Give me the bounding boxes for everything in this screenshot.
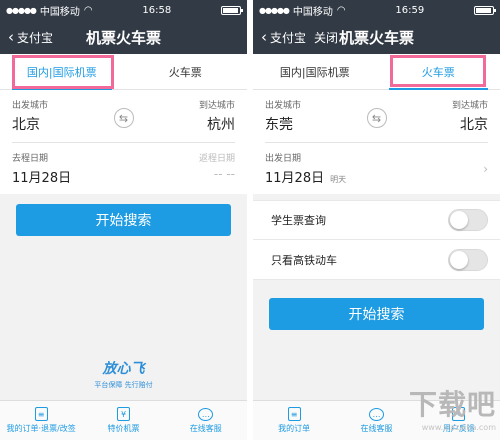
to-city-field[interactable]: 到达城市 杭州 [199, 98, 235, 134]
close-button[interactable]: 关闭 [314, 29, 338, 46]
from-city-value: 东莞 [265, 117, 293, 133]
toggle-label: 学生票查询 [271, 214, 326, 227]
signal-icon: ●●●●● [6, 5, 37, 15]
bottom-item-label: 我的订单·退票/改签 [6, 424, 76, 433]
order-icon: ≡ [34, 407, 48, 421]
student-ticket-row: 学生票查询 [253, 200, 500, 240]
return-date-value: -- -- [213, 167, 235, 181]
to-city-value: 北京 [460, 117, 488, 133]
highlight-box [12, 55, 114, 89]
depart-date-value: 11月28日 [12, 171, 72, 186]
to-city-field[interactable]: 到达城市 北京 [452, 98, 488, 134]
high-speed-only-row: 只看高铁动车 [253, 240, 500, 280]
search-button[interactable]: 开始搜索 [269, 298, 484, 330]
tab-flights[interactable]: 国内|国际机票 [253, 54, 377, 89]
chevron-right-icon: › [483, 161, 488, 176]
student-ticket-toggle[interactable] [448, 209, 488, 231]
bottom-item-orders[interactable]: ≡ 我的订单 [253, 401, 335, 440]
bottom-item-orders[interactable]: ≡ 我的订单·退票/改签 [0, 401, 82, 440]
swap-cities-icon[interactable]: ⇆ [113, 108, 134, 128]
toggle-label: 只看高铁动车 [271, 253, 337, 267]
status-time: 16:59 [395, 4, 425, 16]
from-city-field[interactable]: 出发城市 东莞 [265, 98, 301, 134]
depart-date-label: 出发日期 [265, 154, 302, 164]
from-city-field[interactable]: 出发城市 北京 [12, 98, 48, 134]
logo-subtitle: 平台保障 先行赔付 [94, 381, 153, 389]
back-label: 支付宝 [270, 30, 307, 45]
right-screen: ●●●●● 中国移动 ◠ 16:59 ‹ 支付宝 关闭 机票火车票 国内|国际机… [253, 0, 500, 440]
order-icon: ≡ [287, 407, 301, 421]
high-speed-only-toggle[interactable] [448, 248, 488, 271]
tab-trains[interactable]: 火车票 [124, 54, 248, 89]
watermark-sub: www.xiazaiba.com [421, 423, 496, 432]
to-city-label: 到达城市 [198, 101, 235, 111]
left-screen: ●●●●● 中国移动 ◠ 16:58 ‹ 支付宝 机票火车票 国内|国际机票 火… [0, 0, 247, 440]
chat-icon: … [368, 407, 384, 421]
bottom-item-service[interactable]: … 在线客服 [335, 401, 417, 440]
depart-date-note: 明天 [330, 175, 347, 184]
nav-bar: ‹ 支付宝 机票火车票 [0, 20, 247, 54]
wifi-icon: ◠ [83, 4, 93, 16]
return-date-label: 返程日期 [198, 154, 235, 164]
bottom-item-discount[interactable]: ¥ 特价机票 [82, 401, 164, 440]
back-button[interactable]: ‹ 支付宝 [8, 28, 53, 46]
carrier-label: 中国移动 [292, 6, 333, 18]
status-bar: ●●●●● 中国移动 ◠ 16:58 [0, 0, 247, 20]
watermark: 下载吧 www.xiazaiba.com [409, 383, 496, 432]
from-city-label: 出发城市 [265, 101, 302, 111]
bottom-item-label: 在线客服 [360, 423, 393, 433]
status-time: 16:58 [142, 4, 172, 16]
return-date-field[interactable]: 返程日期 -- -- [199, 151, 235, 186]
search-button[interactable]: 开始搜索 [16, 204, 231, 236]
swap-cities-icon[interactable]: ⇆ [366, 108, 387, 128]
reassurance-logo: 放心飞 平台保障 先行赔付 [0, 358, 247, 390]
back-label: 支付宝 [17, 30, 54, 45]
status-bar: ●●●●● 中国移动 ◠ 16:59 [253, 0, 500, 20]
depart-date-value: 11月28日 明天 [265, 171, 347, 186]
logo-mark: 放心飞 [102, 361, 145, 377]
chevron-left-icon: ‹ [8, 28, 14, 46]
bottom-item-service[interactable]: … 在线客服 [165, 401, 247, 440]
bottom-item-label: 特价机票 [107, 424, 140, 433]
signal-icon: ●●●●● [259, 5, 290, 15]
carrier-label: 中国移动 [39, 6, 80, 18]
depart-date-field[interactable]: 出发日期 11月28日 明天 › [265, 151, 488, 194]
chevron-left-icon: ‹ [261, 28, 267, 46]
wifi-icon: ◠ [336, 4, 346, 16]
to-city-value: 杭州 [207, 117, 235, 133]
from-city-value: 北京 [12, 117, 40, 133]
watermark-main: 下载吧 [408, 388, 496, 421]
back-button[interactable]: ‹ 支付宝 [261, 28, 306, 46]
discount-ticket-icon: ¥ [116, 407, 130, 421]
depart-date-label: 去程日期 [12, 154, 49, 164]
bottom-item-label: 在线客服 [189, 423, 222, 433]
tab-bar: 国内|国际机票 火车票 [0, 54, 247, 90]
highlight-box [390, 55, 486, 87]
search-form: 出发城市 东莞 ⇆ 到达城市 北京 出发日期 11月28日 明天 › [253, 90, 500, 194]
depart-date-field[interactable]: 去程日期 11月28日 [12, 151, 71, 186]
bottom-item-label: 我的订单 [278, 424, 311, 433]
search-form: 出发城市 北京 ⇆ 到达城市 杭州 去程日期 11月28日 返程日期 -- -- [0, 90, 247, 194]
tab-bar: 国内|国际机票 火车票 [253, 54, 500, 90]
battery-icon [474, 5, 496, 15]
battery-icon [221, 5, 243, 15]
to-city-label: 到达城市 [451, 101, 488, 111]
from-city-label: 出发城市 [12, 101, 49, 111]
bottom-bar: ≡ 我的订单·退票/改签 ¥ 特价机票 … 在线客服 [0, 400, 247, 440]
nav-bar: ‹ 支付宝 关闭 机票火车票 [253, 20, 500, 54]
chat-icon: … [198, 407, 214, 421]
